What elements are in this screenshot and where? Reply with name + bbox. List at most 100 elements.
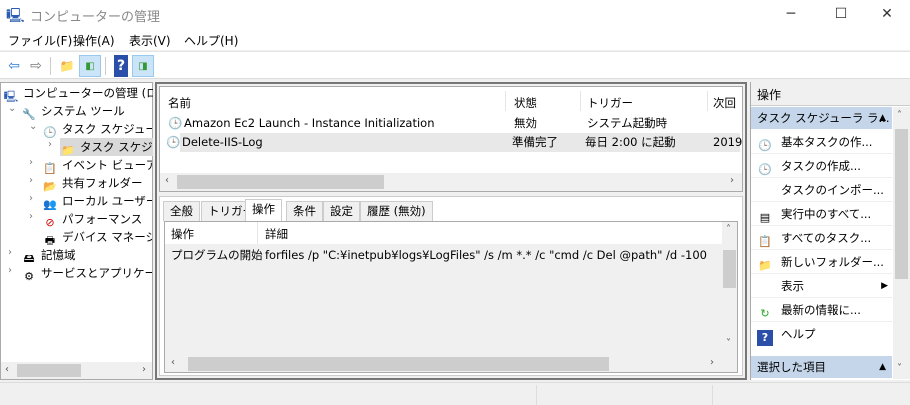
action-new-folder[interactable]: 📁 新しいフォルダー...: [751, 250, 892, 274]
tree-item-shared-folders[interactable]: 📂 共有フォルダー: [42, 174, 152, 192]
scroll-right-icon[interactable]: ›: [142, 364, 146, 375]
forward-icon[interactable]: ⇨: [25, 55, 47, 77]
tree-hscrollbar[interactable]: ‹ ›: [1, 362, 152, 379]
scroll-thumb[interactable]: [188, 357, 609, 371]
section-task-scheduler-library[interactable]: タスク スケジューラ ラ... ▲: [751, 107, 892, 129]
tab-actions[interactable]: 操作: [245, 199, 282, 222]
section-selected-item[interactable]: 選択した項目 ▲: [751, 356, 892, 378]
scroll-left-icon[interactable]: ‹: [5, 364, 9, 375]
scroll-thumb[interactable]: [723, 250, 736, 288]
column-header-action[interactable]: 操作: [171, 226, 194, 242]
toolbar: ⇦ ⇨ 📁 ◧ ? ◨: [0, 51, 910, 79]
action-refresh[interactable]: ↻ 最新の情報に...: [751, 298, 892, 322]
tab-strip: 全般 トリガー 操作 条件 設定 履歴 (無効): [163, 199, 463, 222]
task-row[interactable]: 🕒 Amazon Ec2 Launch - Instance Initializ…: [162, 114, 740, 133]
tree-item-performance[interactable]: ⊘ パフォーマンス: [42, 210, 152, 228]
scroll-up-icon[interactable]: ˄: [897, 110, 902, 121]
tab-settings[interactable]: 設定: [323, 201, 360, 221]
scroll-left-icon[interactable]: ‹: [165, 175, 169, 186]
console-tree: 🖳コンピューターの管理 (ローカル) ⌄ 🔧システム ツール ⌄ 🕒タスク スケ…: [0, 82, 153, 380]
task-row-selected[interactable]: 🕒 Delete-IIS-Log 準備完了 毎日 2:00 に起動 2019: [166, 133, 742, 152]
basic-task-icon: 🕒: [758, 139, 772, 152]
device-manager-icon: 🖶: [44, 234, 56, 246]
column-header-detail[interactable]: 詳細: [265, 226, 288, 242]
shared-folder-icon: 📂: [43, 180, 57, 192]
chevron-right-icon[interactable]: ›: [8, 265, 18, 276]
close-button[interactable]: ✕: [864, 0, 910, 28]
column-header-status[interactable]: 状態: [514, 95, 537, 111]
actions-list: 操作 詳細 プログラムの開始 forfiles /p "C:¥inetpub¥l…: [164, 221, 738, 373]
scroll-up-icon[interactable]: ˄: [726, 224, 731, 235]
tree-item-event-viewer[interactable]: 📋イベント ビューアー: [42, 156, 152, 174]
column-header-next[interactable]: 次回: [713, 95, 736, 111]
scroll-right-icon[interactable]: ›: [730, 175, 734, 186]
tree-item-task-scheduler-library[interactable]: 📁タスク スケジューラ ライブラリ: [60, 138, 153, 156]
column-header-trigger[interactable]: トリガー: [587, 95, 633, 111]
scroll-left-icon[interactable]: ‹: [171, 357, 175, 368]
scroll-thumb[interactable]: [895, 129, 908, 279]
clock-icon: 🕒: [43, 126, 57, 138]
center-pane: 名前 状態 トリガー 次回 🕒 Amazon Ec2 Launch - Inst…: [155, 82, 747, 380]
performance-icon: ⊘: [45, 216, 55, 228]
menu-view[interactable]: 表示(V): [129, 32, 171, 49]
tab-history[interactable]: 履歴 (無効): [360, 201, 433, 221]
menu-help[interactable]: ヘルプ(H): [184, 32, 238, 49]
chevron-down-icon[interactable]: ⌄: [29, 121, 39, 132]
up-folder-icon[interactable]: 📁: [56, 55, 78, 77]
show-hide-action-pane-icon[interactable]: ◨: [132, 55, 154, 77]
task-details: 全般 トリガー 操作 条件 設定 履歴 (無効) 操作 詳細 プログラムの開始 …: [159, 196, 743, 376]
scroll-right-icon[interactable]: ›: [710, 357, 714, 368]
actions-hscrollbar[interactable]: ‹ ›: [165, 355, 722, 372]
chevron-right-icon[interactable]: ›: [48, 139, 58, 150]
task-list: 名前 状態 トリガー 次回 🕒 Amazon Ec2 Launch - Inst…: [159, 86, 743, 192]
action-row[interactable]: プログラムの開始 forfiles /p "C:¥inetpub¥logs¥Lo…: [165, 246, 719, 265]
help-icon[interactable]: ?: [114, 55, 128, 77]
back-icon[interactable]: ⇦: [3, 55, 25, 77]
menu-bar: ファイル(F) 操作(A) 表示(V) ヘルプ(H): [0, 28, 910, 50]
tree-item-device-manager[interactable]: 🖶デバイス マネージャー: [42, 228, 152, 246]
storage-icon: 🖴: [23, 252, 35, 264]
column-header-name[interactable]: 名前: [168, 95, 191, 111]
actions-pane-vscrollbar[interactable]: ˄ ˅: [893, 107, 910, 379]
tree-item-services-apps[interactable]: ⚙サービスとアプリケーション: [21, 264, 152, 282]
task-disabled-icon: 🕒: [168, 116, 183, 130]
event-viewer-icon: 📋: [43, 162, 57, 174]
tree-item-computer-management[interactable]: 🖳コンピューターの管理 (ローカル): [3, 84, 153, 102]
scroll-thumb[interactable]: [17, 364, 81, 377]
chevron-right-icon[interactable]: ›: [8, 247, 18, 258]
tree-item-local-users[interactable]: 👥ローカル ユーザーとグループ: [42, 192, 152, 210]
refresh-icon: ↻: [760, 307, 770, 320]
collapse-icon[interactable]: ▲: [879, 356, 886, 378]
minimize-button[interactable]: ─: [768, 0, 814, 28]
task-list-hscrollbar[interactable]: ‹ ›: [160, 173, 742, 191]
action-help[interactable]: ? ヘルプ: [751, 322, 892, 346]
actions-pane: 操作 タスク スケジューラ ラ... ▲ 🕒 基本タスクの作... 🕒 タスクの作成.…: [750, 82, 910, 380]
scroll-down-icon[interactable]: ˅: [897, 363, 902, 374]
menu-file[interactable]: ファイル(F): [8, 32, 72, 49]
chevron-right-icon[interactable]: ›: [29, 211, 39, 222]
chevron-right-icon[interactable]: ›: [29, 157, 39, 168]
tab-conditions[interactable]: 条件: [286, 201, 323, 221]
menu-action[interactable]: 操作(A): [73, 32, 115, 49]
action-create-task[interactable]: 🕒 タスクの作成...: [751, 154, 892, 178]
action-display-running-tasks[interactable]: ▤ 実行中のすべて...: [751, 202, 892, 226]
chevron-down-icon[interactable]: ⌄: [8, 103, 18, 114]
tree-item-system-tools[interactable]: 🔧 システム ツール: [21, 102, 125, 120]
scroll-thumb[interactable]: [177, 175, 384, 189]
scroll-down-icon[interactable]: ˅: [726, 338, 731, 349]
collapse-icon[interactable]: ▲: [879, 107, 886, 129]
all-tasks-icon: 📋: [758, 235, 772, 248]
action-view[interactable]: 表示 ▶: [751, 274, 892, 298]
actions-vscrollbar[interactable]: ˄ ˅: [722, 222, 737, 354]
tab-general[interactable]: 全般: [163, 201, 200, 221]
tree-item-storage[interactable]: 🖴 記憶域: [21, 246, 75, 264]
action-enable-all-history[interactable]: 📋 すべてのタスク...: [751, 226, 892, 250]
chevron-right-icon[interactable]: ›: [29, 175, 39, 186]
chevron-right-icon[interactable]: ›: [29, 193, 39, 204]
action-import-task[interactable]: タスクのインポー...: [751, 178, 892, 202]
maximize-button[interactable]: ☐: [818, 0, 864, 28]
show-hide-console-tree-icon[interactable]: ◧: [79, 55, 101, 77]
actions-pane-title: 操作: [751, 82, 910, 106]
action-create-basic-task[interactable]: 🕒 基本タスクの作...: [751, 130, 892, 154]
tree-item-task-scheduler[interactable]: 🕒タスク スケジューラ: [42, 120, 152, 138]
